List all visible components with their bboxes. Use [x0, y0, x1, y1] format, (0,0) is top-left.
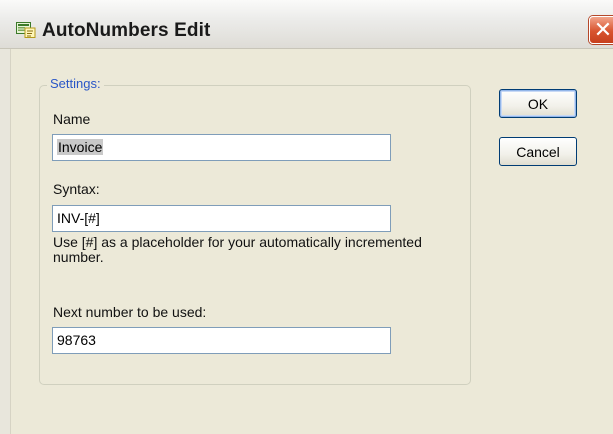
next-number-input-value: 98763: [57, 332, 96, 348]
syntax-input-value: INV-[#]: [57, 210, 100, 226]
window-title: AutoNumbers Edit: [42, 20, 211, 41]
close-icon: ✕: [593, 17, 613, 42]
name-label: Name: [53, 111, 91, 127]
app-icon: [16, 22, 36, 38]
syntax-help-text: Use [#] as a placeholder for your automa…: [53, 234, 422, 265]
name-input-value: Invoice: [57, 139, 104, 155]
ok-button[interactable]: OK: [499, 89, 577, 118]
name-input[interactable]: Invoice: [52, 134, 391, 161]
next-number-input[interactable]: 98763: [52, 327, 391, 354]
title-bar[interactable]: AutoNumbers Edit ✕: [0, 0, 613, 49]
syntax-label: Syntax:: [53, 181, 100, 197]
next-number-label: Next number to be used:: [53, 304, 207, 320]
window-frame-edge: [0, 49, 10, 434]
close-button[interactable]: ✕: [589, 16, 613, 44]
dialog-body: Settings: Name Invoice Syntax: INV-[#] U…: [10, 49, 613, 434]
cancel-button[interactable]: Cancel: [499, 137, 577, 166]
settings-legend: Settings:: [47, 76, 104, 91]
dialog-window: AutoNumbers Edit ✕ Settings: Name Invoic…: [0, 0, 613, 434]
syntax-input[interactable]: INV-[#]: [52, 205, 391, 232]
